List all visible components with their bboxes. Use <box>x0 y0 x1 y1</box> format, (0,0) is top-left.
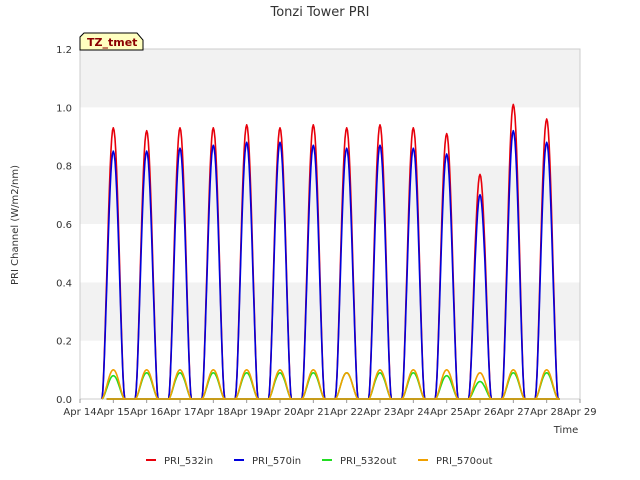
x-axis-label: Time <box>553 425 578 436</box>
x-tick-label: Apr 21 <box>297 407 330 418</box>
x-axis-ticks: Apr 14 Apr 15 Apr 16 Apr 17 Apr 18 Apr 19 Apr … <box>63 399 597 418</box>
x-tick-label: Apr 25 <box>430 407 463 418</box>
y-tick-label: 0.2 <box>56 337 72 348</box>
y-tick-label: 0.4 <box>56 278 72 289</box>
y-tick-label: 1.0 <box>56 103 72 114</box>
x-tick-label: Apr 19 <box>230 407 263 418</box>
grid-band <box>80 165 580 224</box>
x-tick-label: Apr 28 <box>530 407 563 418</box>
badge-label: TZ_tmet <box>87 36 137 49</box>
legend-label: PRI_570in <box>252 456 301 467</box>
x-tick-label: Apr 14 <box>63 407 96 418</box>
y-tick-label: 0.6 <box>56 220 72 231</box>
chart-title: Tonzi Tower PRI <box>270 5 370 20</box>
x-tick-label: Apr 24 <box>397 407 430 418</box>
x-tick-label: Apr 20 <box>263 407 296 418</box>
legend-label: PRI_570out <box>436 456 492 467</box>
grid-band <box>80 107 580 166</box>
x-tick-label: Apr 22 <box>330 407 363 418</box>
station-badge: TZ_tmet <box>79 32 144 51</box>
x-tick-label: Apr 17 <box>163 407 196 418</box>
y-axis-label: PRI Channel (W/m2/nm) <box>10 165 21 285</box>
x-tick-label: Apr 15 <box>97 407 130 418</box>
x-tick-label: Apr 26 <box>463 407 496 418</box>
y-axis-ticks: 0.0 0.2 0.4 0.6 0.8 1.0 1.2 <box>56 45 72 406</box>
grid-band <box>80 49 580 108</box>
legend: PRI_532in PRI_570in PRI_532out PRI_570out <box>146 456 492 467</box>
y-tick-label: 0.0 <box>56 395 72 406</box>
grid-band <box>80 224 580 283</box>
x-tick-label: Apr 29 <box>563 407 596 418</box>
x-tick-label: Apr 18 <box>197 407 230 418</box>
y-tick-label: 0.8 <box>56 162 72 173</box>
x-tick-label: Apr 23 <box>363 407 396 418</box>
legend-label: PRI_532in <box>164 456 213 467</box>
x-tick-label: Apr 27 <box>497 407 530 418</box>
y-tick-label: 1.2 <box>56 45 72 56</box>
legend-label: PRI_532out <box>340 456 396 467</box>
pri-line-chart: Tonzi Tower PRI 0.0 0.2 0.4 0.6 0.8 1.0 1.2 Ap… <box>10 5 597 467</box>
x-tick-label: Apr 16 <box>130 407 163 418</box>
